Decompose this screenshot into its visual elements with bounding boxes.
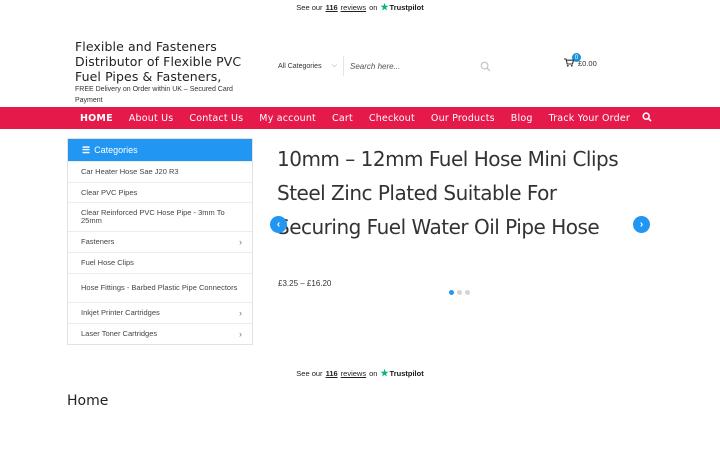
category-label: Laser Toner Cartridges <box>81 329 158 338</box>
nav-search-icon[interactable] <box>642 111 652 125</box>
main-nav: HOME About Us Contact Us My account Cart… <box>0 107 720 129</box>
site-title[interactable]: Flexible and Fasteners Distributor of Fl… <box>75 39 265 84</box>
chevron-right-icon: › <box>639 219 644 230</box>
trustpilot-brand: Trustpilot <box>389 2 424 12</box>
category-item-fasteners[interactable]: Fasteners › <box>68 231 252 252</box>
trustpilot-on: on <box>369 368 378 378</box>
chevron-left-icon: ‹ <box>276 219 281 230</box>
nav-contact-us[interactable]: Contact Us <box>189 113 243 124</box>
category-label: Clear Reinforced PVC Hose Pipe - 3mm To … <box>81 208 225 225</box>
categories-menu: ☰ Categories Car Heater Hose Sae J20 R3 … <box>67 138 253 345</box>
trustpilot-star-icon: ★ <box>380 1 389 12</box>
nav-home[interactable]: HOME <box>80 113 113 124</box>
trustpilot-reviews-link[interactable]: reviews <box>341 369 366 378</box>
product-search: All Categories ⌵ <box>272 56 496 76</box>
slider-prev-button[interactable]: ‹ <box>270 216 287 233</box>
trustpilot-widget-top[interactable]: See our 116 reviews on ★ Trustpilot <box>0 0 720 14</box>
trustpilot-prefix: See our <box>296 368 323 378</box>
category-item-inkjet-cartridges[interactable]: Inkjet Printer Cartridges › <box>68 302 252 323</box>
search-input[interactable] <box>344 56 474 76</box>
category-label: Car Heater Hose Sae J20 R3 <box>81 167 179 176</box>
nav-cart[interactable]: Cart <box>332 113 353 124</box>
cart-total: £0.00 <box>578 59 597 68</box>
trustpilot-widget-bottom[interactable]: See our 116 reviews on ★ Trustpilot <box>0 366 720 380</box>
cart-widget[interactable]: £0.00 <box>564 58 597 69</box>
nav-blog[interactable]: Blog <box>511 113 533 124</box>
category-item-hose-fittings[interactable]: Hose Fittings - Barbed Plastic Pipe Conn… <box>68 273 252 302</box>
category-label: Fuel Hose Clips <box>81 258 134 267</box>
category-select[interactable]: All Categories ⌵ <box>272 56 344 76</box>
slider-dots <box>449 290 470 295</box>
trustpilot-count[interactable]: 116 <box>326 369 338 378</box>
chevron-down-icon: ⌵ <box>331 62 337 69</box>
nav-track-your-order[interactable]: Track Your Order <box>549 113 630 124</box>
category-label: Hose Fittings - Barbed Plastic Pipe Conn… <box>81 283 238 292</box>
slider-dot[interactable] <box>465 290 470 295</box>
nav-my-account[interactable]: My account <box>259 113 316 124</box>
chevron-right-icon: › <box>239 237 242 247</box>
categories-heading: Categories <box>94 145 138 155</box>
trustpilot-brand: Trustpilot <box>389 368 424 378</box>
nav-checkout[interactable]: Checkout <box>369 113 415 124</box>
slide-product-price: £3.25 – £16.20 <box>278 279 332 288</box>
slider-dot[interactable] <box>457 290 462 295</box>
category-label: Inkjet Printer Cartridges <box>81 308 160 317</box>
cart-icon <box>564 58 575 69</box>
page-title: Home <box>67 393 109 409</box>
categories-header: ☰ Categories <box>68 139 252 161</box>
category-item-fuel-hose-clips[interactable]: Fuel Hose Clips <box>68 252 252 273</box>
trustpilot-prefix: See our <box>296 2 323 12</box>
category-select-value: All Categories <box>278 62 322 70</box>
trustpilot-logo[interactable]: ★ Trustpilot <box>380 1 424 12</box>
category-label: Fasteners <box>81 237 115 246</box>
chevron-right-icon: › <box>239 308 242 318</box>
product-slider: 10mm – 12mm Fuel Hose Mini Clips Steel Z… <box>269 140 652 300</box>
trustpilot-logo[interactable]: ★ Trustpilot <box>380 367 424 378</box>
category-item-car-heater-hose[interactable]: Car Heater Hose Sae J20 R3 <box>68 161 252 182</box>
menu-bars-icon: ☰ <box>82 144 91 155</box>
slider-dot[interactable] <box>449 290 454 295</box>
chevron-right-icon: › <box>239 329 242 339</box>
trustpilot-on: on <box>369 2 378 12</box>
trustpilot-reviews-link[interactable]: reviews <box>341 3 366 12</box>
trustpilot-star-icon: ★ <box>380 367 389 378</box>
slide-product-title[interactable]: 10mm – 12mm Fuel Hose Mini Clips Steel Z… <box>277 142 627 244</box>
search-icon <box>480 61 490 71</box>
nav-about-us[interactable]: About Us <box>129 113 174 124</box>
category-item-laser-toner[interactable]: Laser Toner Cartridges › <box>68 323 252 344</box>
category-label: Clear PVC Pipes <box>81 187 138 197</box>
slider-next-button[interactable]: › <box>633 216 650 233</box>
nav-our-products[interactable]: Our Products <box>431 113 495 124</box>
trustpilot-count[interactable]: 116 <box>326 3 338 12</box>
site-tagline: FREE Delivery on Order within UK – Secur… <box>75 86 233 104</box>
search-button[interactable] <box>474 56 496 76</box>
category-item-clear-reinforced-pvc[interactable]: Clear Reinforced PVC Hose Pipe - 3mm To … <box>68 202 252 231</box>
category-item-clear-pvc-pipes[interactable]: Clear PVC Pipes <box>68 182 252 202</box>
